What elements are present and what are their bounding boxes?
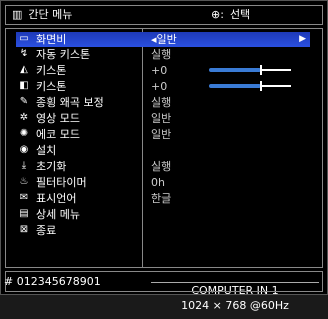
menu-item-label: 초기화 (36, 160, 67, 173)
menu-item-label: 영상 모드 (36, 112, 80, 125)
picture-mode-icon: ✲ (19, 112, 29, 123)
menu-item-label: 자동 키스톤 (36, 48, 91, 61)
menu-item-value: +0 (151, 80, 168, 93)
menu-item-label: 종료 (36, 224, 57, 237)
menu-item-label: 상세 메뉴 (36, 208, 80, 221)
slider-track (261, 85, 291, 87)
menu-item-value: 실행 (151, 48, 172, 61)
menu-item-perfect-fit[interactable]: ✎ 종횡 왜곡 보정 실행 (6, 95, 322, 110)
menu-header: ▥ 간단 메뉴 ⊕: 선택 (5, 5, 323, 25)
menu-item-value: 0h (151, 176, 165, 189)
serial-number: # 012345678901 (4, 275, 101, 288)
menu-item-aspect[interactable]: ▭ 화면비 ◂일반 ▶ (16, 32, 310, 47)
menu-item-exit[interactable]: ⊠ 종료 (6, 223, 322, 238)
slider-handle[interactable] (260, 65, 262, 75)
menu-item-value: ◂일반 (151, 33, 177, 46)
navigation-pad-icon: ⊕: (211, 8, 224, 21)
menu-item-value: 실행 (151, 96, 172, 109)
menu-item-label: 키스톤 (36, 80, 67, 93)
menu-item-install[interactable]: ◉ 설치 (6, 143, 322, 158)
eco-mode-icon: ✺ (19, 128, 29, 139)
menu-item-label: 키스톤 (36, 64, 67, 77)
menu-list: ▭ 화면비 ◂일반 ▶ ↯ 자동 키스톤 실행 ◭ 키스톤 +0 ◧ 키스톤 +0 ✎ 종횡 왜곡 보정 실행… (5, 28, 323, 312)
menu-item-advanced-menu[interactable]: ▤ 상세 메뉴 (6, 207, 322, 222)
arrow-right-icon: ▶ (299, 34, 306, 44)
select-hint: ⊕: 선택 (211, 8, 251, 21)
menu-item-value: 일반 (151, 128, 172, 141)
status-bar: # 012345678901 (4, 271, 323, 292)
slider-track (261, 69, 291, 71)
keystone-slider[interactable] (209, 68, 261, 72)
menu-item-label: 설치 (36, 144, 57, 157)
menu-item-language[interactable]: ✉ 표시언어 한글 (6, 191, 322, 206)
language-icon: ✉ (19, 192, 29, 203)
menu-item-label: 종횡 왜곡 보정 (36, 96, 104, 109)
menu-item-value: +0 (151, 64, 168, 77)
exit-icon: ⊠ (19, 224, 29, 235)
menu-item-eco-mode[interactable]: ✺ 에코 모드 일반 (6, 127, 322, 142)
menu-item-filter-timer[interactable]: ♨ 필터타이머 0h (6, 175, 322, 190)
menu-item-label: 표시언어 (36, 192, 77, 205)
menu-item-keystone-h[interactable]: ◧ 키스톤 +0 (6, 79, 322, 94)
slider-handle[interactable] (260, 81, 262, 91)
menu-item-value: 한글 (151, 192, 172, 205)
filter-timer-icon: ♨ (19, 176, 29, 187)
install-icon: ◉ (19, 144, 29, 155)
easy-menu-icon: ▥ (12, 8, 23, 21)
keystone-v-icon: ◭ (20, 64, 28, 75)
menu-item-reset[interactable]: ⤓ 초기화 실행 (6, 159, 322, 174)
input-signal: 1024 × 768 @60Hz (181, 299, 289, 312)
reset-icon: ⤓ (21, 160, 27, 171)
projector-osd-menu: ▥ 간단 메뉴 ⊕: 선택 ▭ 화면비 ◂일반 ▶ ↯ 자동 키스톤 실행 ◭ 키스톤 +0 ◧ 키스톤 +… (0, 0, 328, 312)
menu-item-picture-mode[interactable]: ✲ 영상 모드 일반 (6, 111, 322, 126)
menu-title: ▥ 간단 메뉴 (12, 8, 73, 21)
menu-item-label: 에코 모드 (36, 128, 80, 141)
perfect-fit-icon: ✎ (19, 96, 29, 107)
menu-item-keystone-v[interactable]: ◭ 키스톤 +0 (6, 63, 322, 78)
menu-item-auto-keystone[interactable]: ↯ 자동 키스톤 실행 (6, 47, 322, 62)
menu-item-label: 화면비 (36, 33, 67, 46)
advanced-menu-icon: ▤ (19, 208, 29, 219)
aspect-icon: ▭ (19, 33, 29, 44)
keystone-slider[interactable] (209, 84, 261, 88)
menu-item-value: 실행 (151, 160, 172, 173)
menu-item-value: 일반 (151, 112, 172, 125)
keystone-h-icon: ◧ (19, 80, 29, 91)
auto-keystone-icon: ↯ (19, 48, 29, 59)
menu-item-label: 필터타이머 (36, 176, 87, 189)
